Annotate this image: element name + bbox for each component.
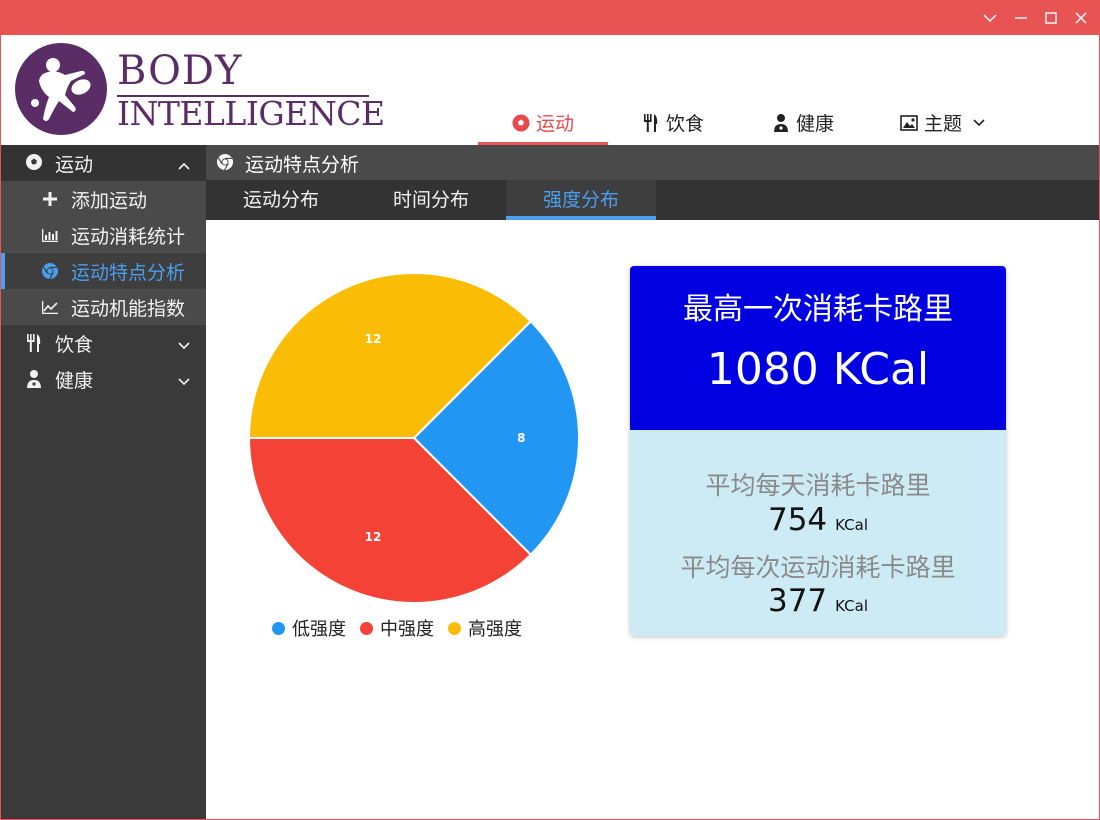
maximize-button[interactable] — [1036, 0, 1066, 35]
soccer-ball-icon — [25, 153, 43, 176]
doctor-icon — [25, 369, 43, 394]
tab-bar: 运动分布 时间分布 强度分布 — [206, 180, 1099, 220]
pie-data-label: 12 — [365, 332, 382, 346]
chevron-down-icon — [177, 372, 191, 394]
legend-dot — [360, 621, 373, 635]
line-chart-icon — [41, 298, 59, 321]
avg-day-value-row: 754 KCal — [630, 502, 1006, 538]
minimize-icon — [1015, 17, 1027, 19]
intensity-pie-chart: 8 12 12 — [247, 272, 580, 604]
topnav-sport-label: 运动 — [535, 113, 574, 135]
tab-sport-distribution[interactable]: 运动分布 — [206, 180, 356, 220]
minimize-button[interactable] — [1006, 0, 1036, 35]
avg-session-unit: KCal — [835, 597, 869, 615]
tab-intensity-distribution[interactable]: 强度分布 — [506, 180, 656, 220]
sidebar-group-sport[interactable]: 运动 — [1, 145, 206, 181]
chevron-up-icon — [177, 156, 191, 178]
plus-icon — [41, 190, 59, 213]
sidebar-item-function-index[interactable]: 运动机能指数 — [1, 289, 206, 325]
chrome-icon — [41, 262, 59, 285]
sidebar: 运动 添加运动 运动消耗统计 运动特点分析 运动机能指数 饮食 健康 — [1, 145, 206, 819]
sidebar-group-sport-label: 运动 — [55, 154, 94, 176]
maximize-icon — [1045, 12, 1057, 24]
sidebar-item-label: 添加运动 — [71, 190, 148, 212]
sidebar-item-label: 运动特点分析 — [71, 262, 186, 284]
close-button[interactable] — [1066, 0, 1096, 35]
topnav-health-label: 健康 — [795, 113, 834, 135]
legend-label: 中强度 — [380, 619, 434, 640]
avg-day-value: 754 — [767, 502, 828, 538]
sidebar-group-health[interactable]: 健康 — [1, 361, 206, 397]
calorie-stats-card: 最高一次消耗卡路里 1080 KCal 平均每天消耗卡路里 754 KCal 平均… — [630, 266, 1006, 636]
topnav-sport[interactable]: 运动 — [478, 100, 608, 145]
fork-knife-icon — [642, 113, 660, 133]
app-header: BODY INTELLIGENCE 运动 饮食 健康 主题 — [1, 35, 1099, 145]
tab-time-distribution[interactable]: 时间分布 — [356, 180, 506, 220]
pie-data-label: 12 — [365, 530, 382, 544]
avg-day-unit: KCal — [835, 516, 869, 534]
avg-day-title: 平均每天消耗卡路里 — [705, 471, 931, 500]
pie-data-label: 8 — [517, 431, 525, 445]
window-menu-button[interactable] — [975, 0, 1005, 35]
topnav-theme[interactable]: 主题 — [868, 100, 1018, 145]
sidebar-item-label: 运动机能指数 — [71, 298, 186, 320]
sidebar-item-consumption-stats[interactable]: 运动消耗统计 — [1, 217, 206, 253]
chrome-icon — [216, 153, 234, 176]
chevron-down-icon — [983, 14, 997, 22]
sidebar-group-health-label: 健康 — [55, 370, 94, 392]
sidebar-group-food-label: 饮食 — [55, 334, 94, 356]
topnav-food-label: 饮食 — [665, 113, 704, 135]
avg-session-value: 377 — [767, 583, 828, 619]
avg-session-title: 平均每次运动消耗卡路里 — [680, 553, 956, 582]
sidebar-item-label: 运动消耗统计 — [71, 226, 186, 248]
legend-label: 低强度 — [292, 619, 346, 640]
sidebar-active-indicator — [1, 253, 5, 289]
chevron-down-icon — [972, 116, 986, 130]
bar-chart-icon — [41, 226, 59, 249]
page-header: 运动特点分析 — [206, 145, 1099, 180]
athlete-logo-icon — [31, 58, 91, 121]
legend-item-medium[interactable]: 中强度 — [360, 615, 434, 641]
max-calorie-value: 1080 KCal — [706, 344, 930, 395]
legend-label: 高强度 — [468, 619, 522, 640]
max-calorie-title: 最高一次消耗卡路里 — [683, 292, 953, 327]
fork-knife-icon — [25, 333, 43, 358]
title-bar — [0, 0, 1100, 35]
topnav-food[interactable]: 饮食 — [608, 100, 738, 145]
sidebar-item-add-sport[interactable]: 添加运动 — [1, 181, 206, 217]
page-title: 运动特点分析 — [245, 154, 360, 176]
sidebar-group-food[interactable]: 饮食 — [1, 325, 206, 361]
logo — [15, 43, 107, 135]
avg-session-value-row: 377 KCal — [630, 583, 1006, 619]
topnav-health[interactable]: 健康 — [738, 100, 868, 145]
legend-dot — [272, 621, 285, 635]
doctor-icon — [772, 113, 790, 133]
soccer-ball-icon — [512, 114, 530, 132]
image-icon — [900, 114, 918, 131]
legend-item-high[interactable]: 高强度 — [448, 615, 522, 641]
sidebar-item-feature-analysis[interactable]: 运动特点分析 — [1, 253, 206, 289]
chart-legend: 低强度 中强度 高强度 — [272, 616, 572, 640]
average-calorie-panel: 平均每天消耗卡路里 754 KCal 平均每次运动消耗卡路里 377 KCal — [630, 430, 1006, 636]
close-icon — [1075, 12, 1087, 24]
brand-line-1: BODY — [117, 48, 243, 94]
chevron-down-icon — [177, 336, 191, 358]
legend-dot — [448, 621, 461, 635]
brand-line-2: INTELLIGENCE — [117, 94, 385, 133]
max-calorie-panel: 最高一次消耗卡路里 1080 KCal — [630, 266, 1006, 430]
legend-item-low[interactable]: 低强度 — [272, 615, 346, 641]
topnav-theme-label: 主题 — [923, 113, 962, 135]
main-content: 8 12 12 低强度 中强度 高强度 最高一次消耗卡路里 1080 KCal 平均… — [206, 220, 1099, 819]
